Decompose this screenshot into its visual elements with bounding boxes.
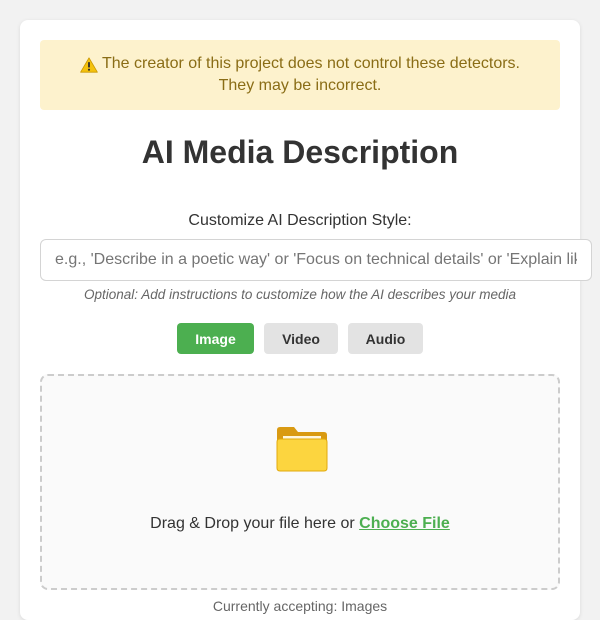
tab-video[interactable]: Video: [264, 323, 338, 354]
folder-icon: [275, 424, 329, 474]
accepting-status: Currently accepting: Images: [212, 598, 388, 614]
choose-file-link[interactable]: Choose File: [359, 515, 450, 532]
warning-banner: The creator of this project does not con…: [40, 40, 560, 110]
style-label: Customize AI Description Style:: [188, 212, 412, 229]
warning-line-1-row: The creator of this project does not con…: [80, 53, 520, 75]
dropzone-text: Drag & Drop your file here or Choose Fil…: [42, 515, 558, 533]
style-instructions-input[interactable]: [40, 239, 592, 281]
file-dropzone[interactable]: Drag & Drop your file here or Choose Fil…: [40, 374, 560, 590]
style-hint: Optional: Add instructions to customize …: [84, 287, 516, 302]
warning-icon: [80, 57, 98, 73]
media-type-tabs: Image Video Audio: [20, 323, 580, 354]
tab-image[interactable]: Image: [177, 323, 254, 354]
dropzone-prompt: Drag & Drop your file here or: [150, 515, 360, 532]
tab-audio[interactable]: Audio: [348, 323, 423, 354]
main-card: The creator of this project does not con…: [20, 20, 592, 620]
warning-line-1: The creator of this project does not con…: [102, 55, 520, 72]
warning-line-2: They may be incorrect.: [218, 77, 382, 94]
page-title: AI Media Description: [141, 134, 459, 170]
